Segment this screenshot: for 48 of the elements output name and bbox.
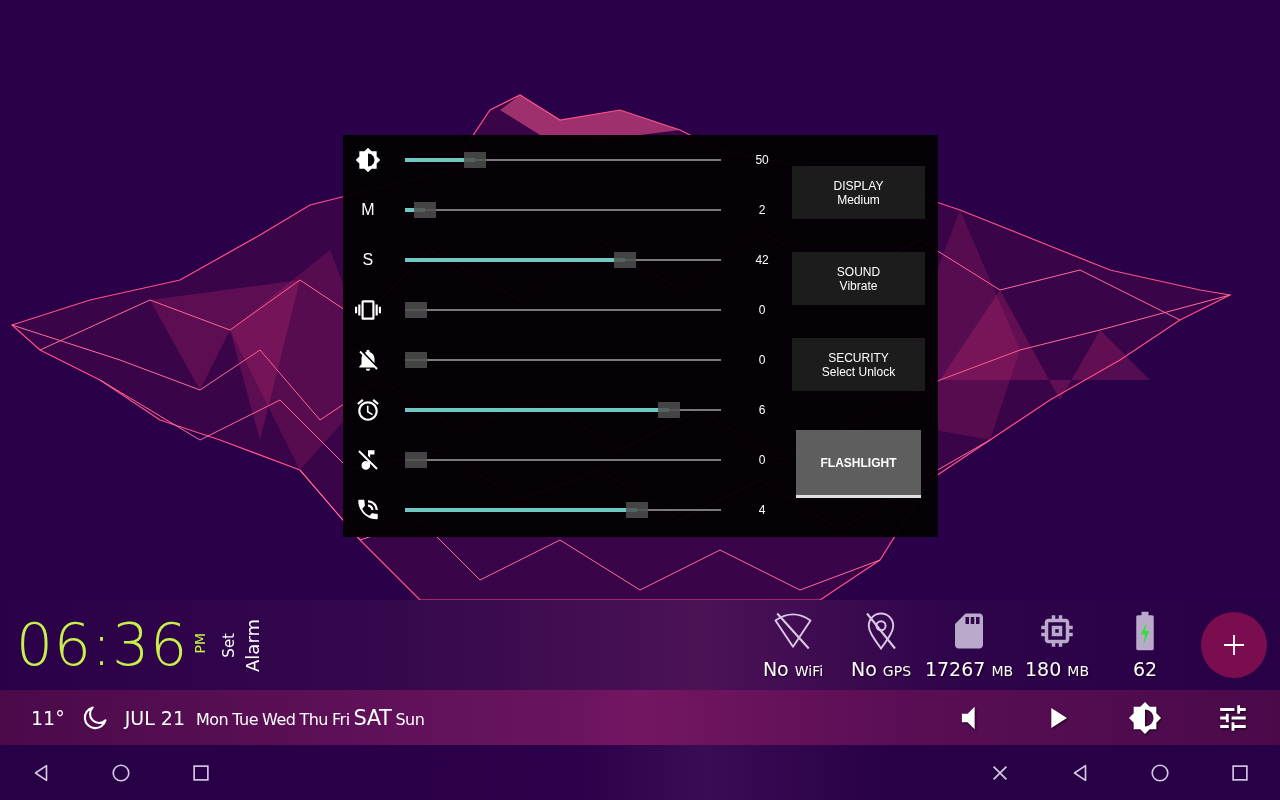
- slider-value: 0: [757, 453, 767, 467]
- slider-thumb[interactable]: [404, 452, 427, 468]
- status-label: No GPS: [850, 658, 912, 680]
- weekday: SAT: [353, 705, 392, 730]
- clock-meridiem: PM: [192, 632, 209, 654]
- mode-button[interactable]: SECURITY Select Unlock: [792, 338, 925, 391]
- weekday: Fri: [332, 709, 350, 729]
- brightness-icon: [354, 147, 381, 173]
- status-label: No WiFi: [762, 658, 824, 680]
- slider-label: S: [362, 251, 374, 269]
- status-label: 62: [1132, 658, 1158, 680]
- mode-button[interactable]: SOUND Vibrate: [792, 252, 925, 305]
- weekday: Tue: [232, 709, 259, 729]
- status-label: 180 MB: [1025, 658, 1089, 680]
- add-icon: [1222, 633, 1246, 657]
- slider-value: 4: [757, 503, 767, 517]
- vibrate-icon: [354, 297, 381, 323]
- slider-thumb[interactable]: [657, 402, 680, 418]
- brightness-icon[interactable]: [1128, 700, 1162, 735]
- wifi-off-icon: [772, 610, 814, 652]
- weekday: Mon: [196, 709, 229, 729]
- home-icon[interactable]: [110, 761, 132, 784]
- weekday: Thu: [299, 709, 328, 729]
- slider-thumb[interactable]: [625, 502, 648, 518]
- slider-thumb[interactable]: [404, 352, 427, 368]
- alarm-clock-icon: [354, 397, 381, 423]
- slider-value: 42: [754, 253, 770, 267]
- slider-value: 6: [757, 403, 767, 417]
- weekday: Wed: [262, 709, 296, 729]
- set-alarm-link[interactable]: Alarm: [242, 618, 264, 672]
- slider-value: 2: [757, 203, 767, 217]
- slider-thumb[interactable]: [613, 252, 636, 268]
- set-alarm-link[interactable]: Set: [220, 632, 239, 658]
- slider-thumb[interactable]: [413, 202, 436, 218]
- slider-label: M: [361, 201, 375, 219]
- slider-value: 0: [757, 303, 767, 317]
- clock-time: 06:36: [16, 611, 189, 679]
- slider-value: 0: [757, 353, 767, 367]
- date-label: JUL 21: [124, 706, 185, 729]
- slider-value: 50: [754, 153, 770, 167]
- temperature: 11°: [31, 706, 65, 729]
- flashlight-button[interactable]: FLASHLIGHT: [796, 430, 921, 498]
- weekday: Sun: [395, 709, 425, 729]
- slider-thumb[interactable]: [463, 152, 486, 168]
- mode-button[interactable]: DISPLAY Medium: [792, 166, 925, 219]
- home-icon[interactable]: [1149, 761, 1171, 784]
- status-label: 17267 MB: [924, 658, 1014, 680]
- slider-thumb[interactable]: [404, 302, 427, 318]
